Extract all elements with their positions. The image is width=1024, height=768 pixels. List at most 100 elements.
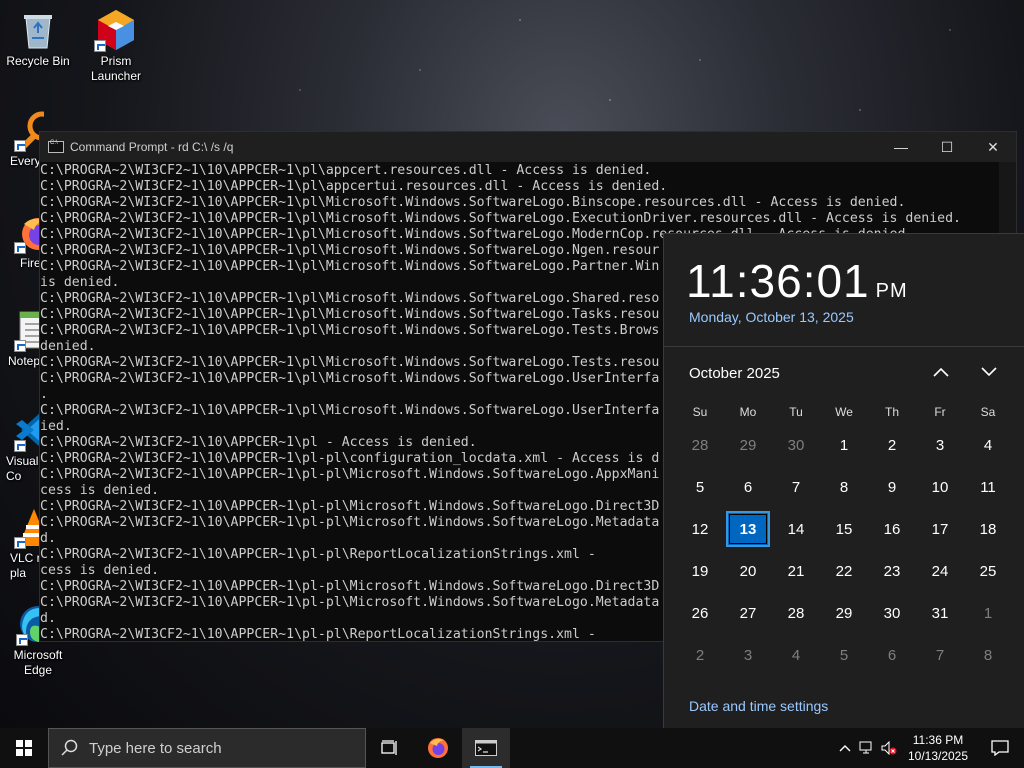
calendar-day-number: 6 — [887, 646, 897, 664]
calendar-day-today[interactable]: 13 — [724, 508, 772, 550]
action-center-button[interactable] — [976, 728, 1024, 768]
show-hidden-icons-button[interactable] — [834, 728, 856, 768]
volume-button[interactable] — [878, 728, 900, 768]
desktop-icon-vscode[interactable]: Visual Co — [0, 408, 44, 484]
calendar-day[interactable]: 30 — [772, 424, 820, 466]
console-line: C:\PROGRA~2\WI3CF2~1\10\APPCER~1\pl\appc… — [40, 163, 652, 178]
calendar-day[interactable]: 11 — [964, 466, 1012, 508]
calendar-day[interactable]: 4 — [772, 634, 820, 676]
calendar-day[interactable]: 2 — [868, 424, 916, 466]
calendar-day[interactable]: 27 — [724, 592, 772, 634]
calendar-day[interactable]: 10 — [916, 466, 964, 508]
calendar-day[interactable]: 17 — [916, 508, 964, 550]
calendar-day[interactable]: 4 — [964, 424, 1012, 466]
calendar-day[interactable]: 5 — [676, 466, 724, 508]
calendar-day[interactable]: 2 — [676, 634, 724, 676]
calendar-day[interactable]: 28 — [772, 592, 820, 634]
calendar-day[interactable]: 16 — [868, 508, 916, 550]
calendar-day[interactable]: 30 — [868, 592, 916, 634]
calendar-day[interactable]: 23 — [868, 550, 916, 592]
calendar-day[interactable]: 24 — [916, 550, 964, 592]
calendar-day[interactable]: 5 — [820, 634, 868, 676]
start-button[interactable] — [0, 728, 48, 768]
calendar-day[interactable]: 6 — [724, 466, 772, 508]
desktop-icon-everything[interactable]: Every — [0, 108, 44, 169]
desktop-icon-label: VLC r pla — [10, 551, 41, 580]
calendar-day[interactable]: 25 — [964, 550, 1012, 592]
task-view-button[interactable] — [366, 728, 414, 768]
desktop-icon-vlc[interactable]: VLC r pla — [0, 505, 44, 581]
taskbar-command-prompt-button[interactable] — [462, 728, 510, 768]
network-button[interactable] — [856, 728, 878, 768]
calendar-day-number: 20 — [739, 562, 757, 580]
calendar-day-number: 12 — [691, 520, 709, 538]
calendar-day[interactable]: 12 — [676, 508, 724, 550]
weekday-label: Tu — [789, 405, 803, 419]
firefox-icon — [428, 738, 448, 758]
long-date-link[interactable]: Monday, October 13, 2025 — [689, 309, 854, 325]
shortcut-arrow-icon — [14, 242, 26, 254]
shortcut-arrow-icon — [94, 40, 106, 52]
calendar-day[interactable]: 15 — [820, 508, 868, 550]
month-year-label[interactable]: October 2025 — [689, 365, 780, 382]
next-month-button[interactable] — [974, 360, 1004, 384]
taskbar-clock[interactable]: 11:36 PM 10/13/2025 — [900, 732, 976, 764]
flyout-clock: 11:36:01 PM — [686, 254, 908, 308]
shortcut-arrow-icon — [16, 634, 28, 646]
calendar-day[interactable]: 3 — [724, 634, 772, 676]
calendar-day[interactable]: 28 — [676, 424, 724, 466]
calendar-day-number: 26 — [691, 604, 709, 622]
window-title-bar[interactable]: Command Prompt - rd C:\ /s /q — ☐ ✕ — [40, 132, 1016, 162]
minimize-button[interactable]: — — [878, 132, 924, 162]
system-tray: 11:36 PM 10/13/2025 — [834, 728, 1024, 768]
weekday-header-row: Su Mo Tu We Th Fr Sa — [676, 402, 1012, 424]
calendar-day-number: 23 — [883, 562, 901, 580]
calendar-day[interactable]: 14 — [772, 508, 820, 550]
desktop-icon-firefox[interactable]: Fire — [0, 210, 44, 271]
close-button[interactable]: ✕ — [970, 132, 1016, 162]
network-icon — [859, 741, 872, 754]
calendar-day[interactable]: 20 — [724, 550, 772, 592]
calendar-day[interactable]: 31 — [916, 592, 964, 634]
calendar-week-row: 19 20 21 22 23 24 25 — [676, 550, 1012, 592]
calendar-day[interactable]: 29 — [724, 424, 772, 466]
calendar-day[interactable]: 22 — [820, 550, 868, 592]
calendar-week-row: 12 13 14 15 16 17 18 — [676, 508, 1012, 550]
taskbar: Type here to search 11:36 PM 10/13/2025 — [0, 728, 1024, 768]
calendar-day[interactable]: 26 — [676, 592, 724, 634]
calendar-day[interactable]: 29 — [820, 592, 868, 634]
calendar-day[interactable]: 18 — [964, 508, 1012, 550]
calendar-day-number: 19 — [691, 562, 709, 580]
date-time-settings-link[interactable]: Date and time settings — [689, 698, 828, 714]
calendar-day[interactable]: 9 — [868, 466, 916, 508]
calendar-day[interactable]: 8 — [820, 466, 868, 508]
notification-icon — [991, 740, 1009, 756]
calendar-day-number: 21 — [787, 562, 805, 580]
calendar-day-number: 4 — [983, 436, 993, 454]
calendar-day-number: 1 — [983, 604, 993, 622]
calendar-day-number: 11 — [980, 478, 996, 496]
calendar-day[interactable]: 21 — [772, 550, 820, 592]
chevron-up-icon — [839, 745, 851, 752]
calendar-day[interactable]: 19 — [676, 550, 724, 592]
calendar-day[interactable]: 1 — [820, 424, 868, 466]
previous-month-button[interactable] — [926, 360, 956, 384]
taskbar-date: 10/13/2025 — [907, 749, 969, 763]
search-icon — [61, 739, 78, 756]
desktop-icon-notepad[interactable]: Notep — [0, 308, 44, 369]
calendar-day-number: 2 — [695, 646, 705, 664]
taskbar-search-box[interactable]: Type here to search — [48, 728, 366, 768]
weekday-label: Sa — [980, 405, 996, 419]
calendar-day[interactable]: 3 — [916, 424, 964, 466]
calendar-day[interactable]: 1 — [964, 592, 1012, 634]
maximize-button[interactable]: ☐ — [924, 132, 970, 162]
prism-launcher-icon — [94, 8, 138, 52]
calendar-day[interactable]: 8 — [964, 634, 1012, 676]
calendar-day-number: 30 — [883, 604, 901, 622]
desktop-icon-prism-launcher[interactable]: Prism Launcher — [78, 8, 154, 84]
calendar-day[interactable]: 6 — [868, 634, 916, 676]
calendar-day[interactable]: 7 — [772, 466, 820, 508]
calendar-day[interactable]: 7 — [916, 634, 964, 676]
taskbar-firefox-button[interactable] — [414, 728, 462, 768]
desktop-icon-recycle-bin[interactable]: Recycle Bin — [0, 8, 76, 69]
